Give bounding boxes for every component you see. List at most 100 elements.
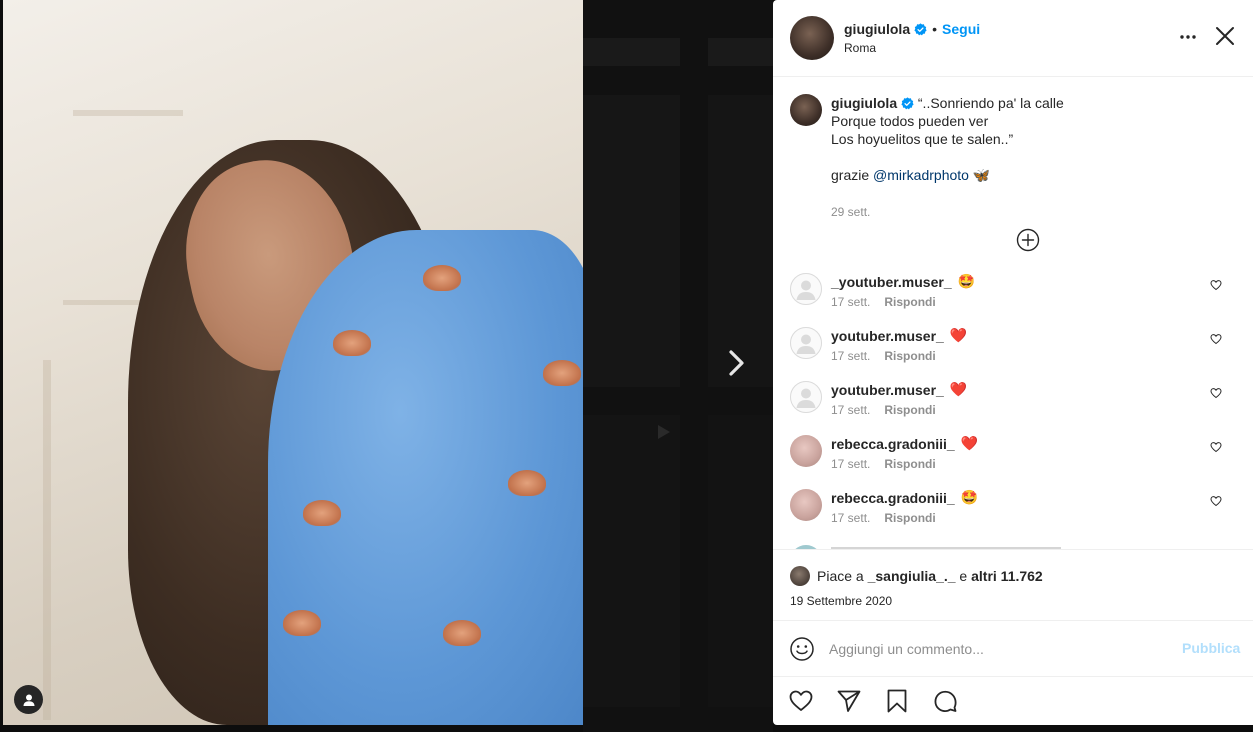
comment-like-heart-icon[interactable] [1210,495,1222,507]
author-username[interactable]: giugiulola [844,21,910,37]
comment-meta: 17 sett. Rispondi [831,349,936,363]
reply-button[interactable]: Rispondi [884,295,935,309]
comment-emoji: ❤️ [949,327,968,343]
reply-button[interactable]: Rispondi [884,511,935,525]
commenter-username[interactable]: youtuber.muser_ [831,328,944,344]
reply-button[interactable]: Rispondi [884,403,935,417]
comment-date[interactable]: 17 sett. [831,457,870,471]
comment-emoji: ❤️ [960,435,979,451]
comment-header: youtuber.muser_ ❤️ [831,381,967,398]
commenter-avatar[interactable] [790,273,822,305]
bookmark-icon[interactable] [884,688,910,714]
commenter-username[interactable]: rebecca.gradoniii_ [831,490,955,506]
grid-tile [583,38,680,66]
grid-tile [708,95,773,387]
comment-meta: 17 sett. Rispondi [831,403,936,417]
likes-summary: Piace a _sangiulia_._ e altri 11.762 [817,568,1043,584]
post-photo[interactable] [3,0,583,725]
comment-header: rebecca.gradoniii_ ❤️ [831,435,978,452]
photo-detail [423,265,461,291]
likes-others-count[interactable]: altri 11.762 [971,568,1043,584]
comment-like-heart-icon[interactable] [1210,387,1222,399]
comment-header: _youtuber.muser_ 🤩 [831,273,975,290]
commenter-avatar[interactable] [790,327,822,359]
close-icon[interactable] [1213,24,1237,48]
comment-date[interactable]: 17 sett. [831,295,870,309]
comment-header: youtuber.muser_ ❤️ [831,327,967,344]
user-silhouette-icon [23,694,34,706]
caption-author-avatar[interactable] [790,94,822,126]
verified-badge-icon [914,22,927,35]
likes-middle: e [959,568,968,584]
comment-emoji: 🤩 [960,489,979,505]
commenter-username[interactable]: rebecca.gradoniii_ [831,436,955,452]
reply-button[interactable]: Rispondi [884,349,935,363]
photo-detail [333,330,371,356]
comment-like-heart-icon[interactable] [1210,333,1222,345]
commenter-username[interactable]: _youtuber.muser_ [831,274,952,290]
caption-mention-link[interactable]: @mirkadrphoto [873,167,969,183]
heart-icon[interactable] [788,688,814,714]
commenter-username[interactable]: youtuber.muser_ [831,382,944,398]
comment-emoji: ❤️ [949,381,968,397]
grid-tile [708,415,773,707]
comment-date[interactable]: 17 sett. [831,511,870,525]
author-line: giugiulola • Segui [844,21,980,37]
comment-date[interactable]: 17 sett. [831,403,870,417]
photo-detail [443,620,481,646]
comment-row: rebecca.gradoniii_ 🤩 17 sett. Rispondi [790,489,1230,533]
video-play-icon [658,425,670,439]
default-avatar-icon [790,273,822,305]
comment-row: _youtuber.muser_ 🤩 17 sett. Rispondi [790,273,1230,317]
author-avatar[interactable] [790,16,834,60]
reply-button[interactable]: Rispondi [884,457,935,471]
add-comment-bar: Pubblica [773,621,1253,677]
comment-meta: 17 sett. Rispondi [831,457,936,471]
default-avatar-icon [790,381,822,413]
more-options-icon[interactable] [1176,25,1200,49]
default-avatar-icon [790,327,822,359]
post-details-panel: giugiulola • Segui Roma giugiulola “..So… [773,0,1253,725]
post-date[interactable]: 19 Settembre 2020 [790,594,892,608]
liker-avatar[interactable] [790,566,810,586]
liker-username[interactable]: _sangiulia_._ [868,568,956,584]
caption-username[interactable]: giugiulola [831,95,897,111]
plus-circle-icon[interactable] [1016,228,1040,252]
caption-thanks: grazie [831,167,870,183]
follow-button[interactable]: Segui [942,21,980,37]
post-location[interactable]: Roma [844,41,876,55]
grid-tile [583,95,680,387]
publish-button[interactable]: Pubblica [1182,640,1240,656]
comment-header: rebecca.gradoniii_ 🤩 [831,489,978,506]
comments-list[interactable]: giugiulola “..Sonriendo pa' la calle Por… [773,77,1253,549]
comment-emoji: 🤩 [957,273,976,289]
comment-like-heart-icon[interactable] [1210,279,1222,291]
caption-text-block: giugiulola “..Sonriendo pa' la calle Por… [831,94,1221,184]
comment-icon[interactable] [932,688,958,714]
comment-input[interactable] [829,637,1169,661]
commenter-avatar[interactable] [790,489,822,521]
photo-detail [303,500,341,526]
photo-detail [508,470,546,496]
caption-date[interactable]: 29 sett. [831,205,870,219]
comment-date[interactable]: 17 sett. [831,349,870,363]
share-icon[interactable] [836,688,862,714]
action-bar [773,677,1253,725]
separator-dot: • [932,21,938,37]
comment-row: youtuber.muser_ ❤️ 17 sett. Rispondi [790,327,1230,371]
commenter-avatar[interactable] [790,435,822,467]
emoji-icon[interactable] [789,636,815,662]
grid-tile [583,415,680,707]
user-tag-icon[interactable] [14,685,43,714]
photo-detail [543,360,581,386]
likes-prefix: Piace a [817,568,864,584]
comment-like-heart-icon[interactable] [1210,441,1222,453]
photo-detail [283,610,321,636]
photo-detail [73,110,183,116]
commenter-avatar[interactable] [790,381,822,413]
grid-tile [708,38,773,66]
photo-detail [43,360,51,720]
next-arrow-icon[interactable] [725,348,749,378]
comment-meta: 17 sett. Rispondi [831,295,936,309]
verified-badge-icon [901,97,914,110]
